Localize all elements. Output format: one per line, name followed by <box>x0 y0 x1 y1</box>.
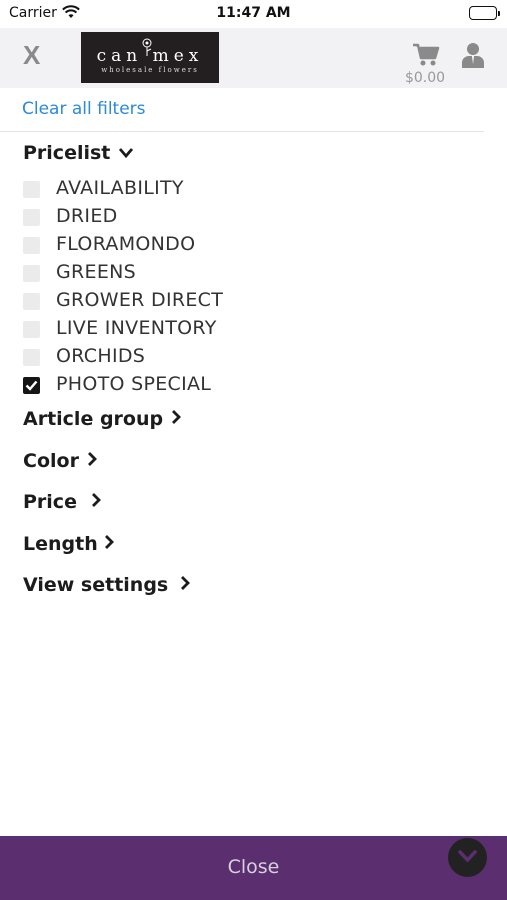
scroll-down-button[interactable] <box>448 838 487 877</box>
option-label: ORCHIDS <box>56 345 146 367</box>
checkbox[interactable] <box>23 293 40 310</box>
color-header[interactable]: Color <box>23 450 97 472</box>
option-label: LIVE INVENTORY <box>56 317 217 339</box>
cart-total: $0.00 <box>404 70 446 86</box>
checkbox[interactable] <box>23 237 40 254</box>
checkbox[interactable] <box>23 209 40 226</box>
price-header[interactable]: Price <box>23 491 101 513</box>
pricelist-header[interactable]: Pricelist <box>23 142 134 164</box>
length-label: Length <box>23 533 98 555</box>
pricelist-option-orchids[interactable]: ORCHIDS <box>23 343 423 371</box>
chevron-right-icon <box>91 491 101 513</box>
clock: 11:47 AM <box>216 5 291 21</box>
pricelist-option-greens[interactable]: GREENS <box>23 259 423 287</box>
option-label: PHOTO SPECIAL <box>56 373 212 395</box>
logo-tagline: wholesale flowers <box>101 66 199 74</box>
chevron-right-icon <box>87 450 97 472</box>
chevron-right-icon <box>180 574 191 596</box>
app-header: X can mex wholesale flowers $0.00 <box>0 28 507 88</box>
logo-wordmark: can mex <box>96 46 204 66</box>
checkbox[interactable] <box>23 181 40 198</box>
divider <box>0 131 484 132</box>
option-label: GREENS <box>56 261 137 283</box>
battery-icon <box>469 6 500 20</box>
pricelist-option-dried[interactable]: DRIED <box>23 203 423 231</box>
length-header[interactable]: Length <box>23 533 114 555</box>
article-group-label: Article group <box>23 408 164 430</box>
chevron-right-icon <box>171 408 182 430</box>
pricelist-option-floramondo[interactable]: FLORAMONDO <box>23 231 423 259</box>
clear-all-filters-link[interactable]: Clear all filters <box>22 99 146 119</box>
close-filters-button[interactable]: X <box>23 40 40 71</box>
price-label: Price <box>23 491 77 513</box>
status-bar: Carrier 11:47 AM <box>0 0 507 28</box>
checkbox[interactable] <box>23 349 40 366</box>
option-label: GROWER DIRECT <box>56 289 224 311</box>
checkmark-icon <box>25 380 38 391</box>
option-label: FLORAMONDO <box>56 233 196 255</box>
view-settings-label: View settings <box>23 574 169 596</box>
chevron-down-icon <box>458 850 477 863</box>
option-label: DRIED <box>56 205 118 227</box>
pricelist-option-live-inventory[interactable]: LIVE INVENTORY <box>23 315 423 343</box>
close-button[interactable]: Close <box>0 856 507 878</box>
cart-icon[interactable] <box>412 42 440 72</box>
chevron-down-icon <box>118 142 134 164</box>
pricelist-option-photo-special[interactable]: PHOTO SPECIAL <box>23 371 423 399</box>
close-bar[interactable]: Close <box>0 836 507 900</box>
pricelist-label: Pricelist <box>23 142 111 164</box>
article-group-header[interactable]: Article group <box>23 408 182 430</box>
checkbox-checked[interactable] <box>23 377 40 394</box>
pricelist-option-grower-direct[interactable]: GROWER DIRECT <box>23 287 423 315</box>
logo[interactable]: can mex wholesale flowers <box>81 32 219 83</box>
checkbox[interactable] <box>23 321 40 338</box>
view-settings-header[interactable]: View settings <box>23 574 191 596</box>
color-label: Color <box>23 450 79 472</box>
checkbox[interactable] <box>23 265 40 282</box>
pricelist-option-availability[interactable]: AVAILABILITY <box>23 175 423 203</box>
user-icon[interactable] <box>462 42 484 72</box>
option-label: AVAILABILITY <box>56 177 184 199</box>
chevron-right-icon <box>104 533 114 555</box>
